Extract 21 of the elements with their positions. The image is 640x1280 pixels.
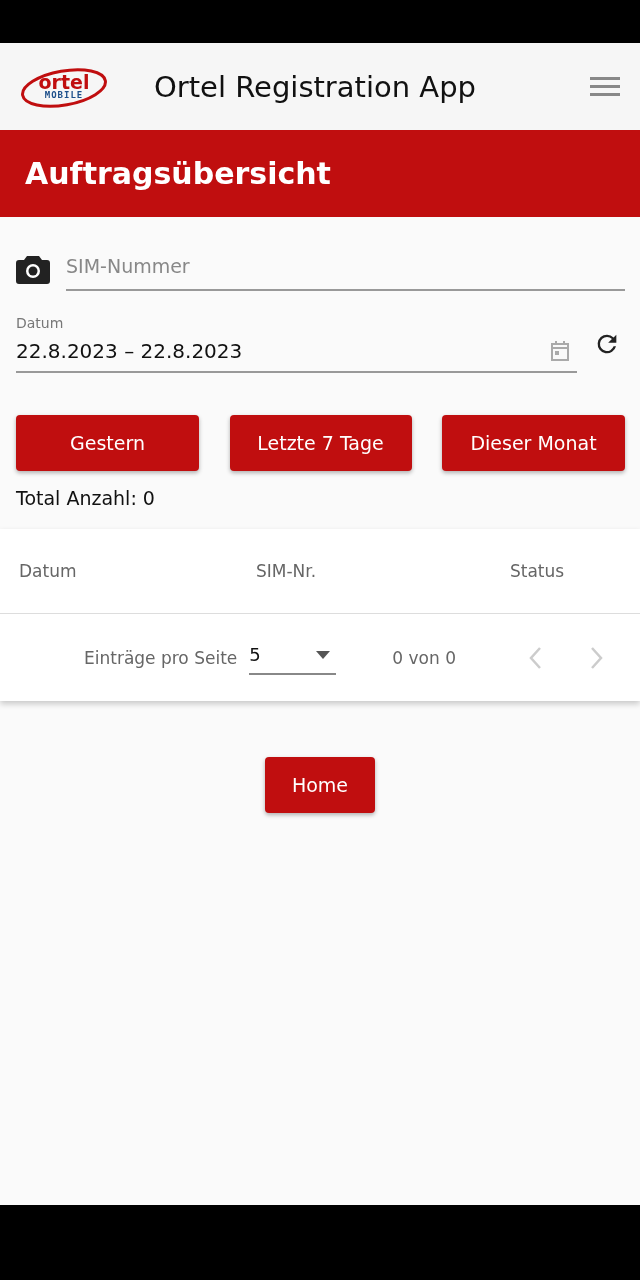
column-header: SIM-Nr. <box>256 561 318 581</box>
home-button[interactable]: Home <box>265 757 375 813</box>
date-preset-button[interactable]: Gestern <box>16 415 199 471</box>
app-title: Ortel Registration App <box>154 69 477 104</box>
date-preset-button[interactable]: Letzte 7 Tage <box>229 415 412 471</box>
column-header: Status <box>510 561 566 581</box>
calendar-icon[interactable] <box>551 341 569 361</box>
page-title: Auftragsübersicht <box>25 156 331 191</box>
caret-icon <box>316 650 331 659</box>
date-range-field[interactable]: Datum 22.8.2023 – 22.8.2023 <box>16 315 577 373</box>
date-preset-button[interactable]: Dieser Monat <box>442 415 625 471</box>
logo-text: ortel <box>38 73 90 91</box>
camera-icon[interactable] <box>16 254 50 284</box>
rows-per-page-select[interactable]: 5 <box>249 640 337 675</box>
rows-per-page-label: Einträge pro Seite <box>84 647 238 668</box>
total-count: Total Anzahl: 0 <box>16 487 156 509</box>
menu-icon[interactable] <box>590 76 620 97</box>
sim-number-field[interactable]: SIM-Nummer <box>66 247 625 291</box>
logo-subtext: MOBILE <box>44 91 84 100</box>
page-range: 0 von 0 <box>392 647 456 668</box>
column-header: Datum <box>19 561 78 581</box>
